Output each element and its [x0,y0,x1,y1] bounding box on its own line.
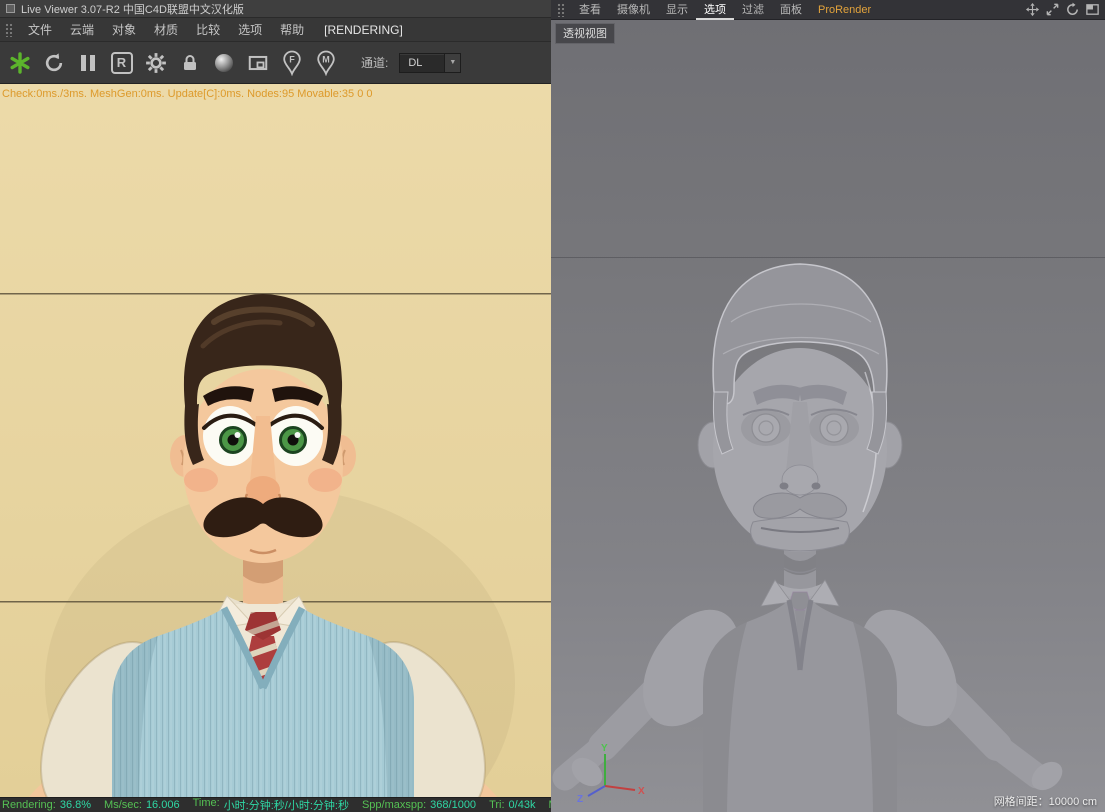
rendered-character [0,84,551,797]
vp-menu-prorender[interactable]: ProRender [810,0,879,20]
menu-item-cloud[interactable]: 云端 [61,18,103,42]
material-ball-button[interactable] [209,48,238,78]
clay-model-character [551,257,1105,812]
refresh-render-button[interactable] [39,48,68,78]
vp-menu-panel[interactable]: 面板 [772,0,810,20]
z-axis-label: Z [577,794,583,804]
status-rendering: Rendering: 36.8% [2,799,92,811]
c4d-viewport: 查看 摄像机 显示 选项 过滤 面板 ProRender 透视视图 网格间距：1… [551,0,1105,812]
focus-picker-button[interactable]: F [277,48,306,78]
vp-menu-view[interactable]: 查看 [571,0,609,20]
live-viewer-window: Live Viewer 3.07-R2 中国C4D联盟中文汉化版 文件 云端 对… [0,0,551,812]
toolbar: R F M 通道: DL ▼ [0,42,551,84]
octane-logo-icon [9,51,29,74]
view-label[interactable]: 透视视图 [555,23,615,44]
channel-dropdown[interactable]: DL ▼ [399,52,462,73]
grid-spacing-label: 网格间距：10000 cm [993,796,1097,808]
axis-gizmo: Y X Z [577,743,645,804]
screen: Live Viewer 3.07-R2 中国C4D联盟中文汉化版 文件 云端 对… [0,0,1105,812]
vp-menu-filter[interactable]: 过滤 [734,0,772,20]
y-axis-label: Y [601,743,608,754]
status-mssec: Ms/sec: 16.006 [104,799,180,811]
focus-picker-pin-icon: F [282,50,301,76]
window-title: Live Viewer 3.07-R2 中国C4D联盟中文汉化版 [21,3,244,16]
zoom-view-icon [1046,3,1058,16]
menu-item-file[interactable]: 文件 [19,18,61,42]
render-view[interactable]: Check:0ms./3ms. MeshGen:0ms. Update[C]:0… [0,84,551,797]
r-letter-icon: R [110,51,133,74]
rotate-view-icon [1066,2,1078,15]
channel-label: 通道: [361,56,389,70]
render-stats-text: Check:0ms./3ms. MeshGen:0ms. Update[C]:0… [2,88,373,100]
svg-text:M: M [322,54,330,64]
menu-item-help[interactable]: 帮助 [271,18,313,42]
lock-resolution-button[interactable] [175,48,204,78]
pan-view-icon [1025,2,1039,17]
pause-icon [80,54,86,71]
material-picker-button[interactable]: M [311,48,340,78]
render-region-icon [248,55,267,70]
octane-logo-button[interactable] [5,48,34,78]
status-tri: Tri: 0/43k [489,799,536,811]
viewport-menu-bar: 查看 摄像机 显示 选项 过滤 面板 ProRender [551,0,1105,20]
menu-item-options[interactable]: 选项 [229,18,271,42]
chevron-down-icon: ▼ [444,53,461,72]
x-axis-label: X [638,786,645,797]
region-r-button[interactable]: R [107,48,136,78]
rotate-view-button[interactable] [1063,1,1081,18]
rendering-status-label: [RENDERING] [324,22,403,37]
svg-text:F: F [289,54,295,64]
pause-icon [89,54,95,71]
gear-icon [145,52,166,73]
menu-bar: 文件 云端 对象 材质 比较 选项 帮助 [RENDERING] [0,18,551,42]
menu-item-objects[interactable]: 对象 [103,18,145,42]
menu-grip-icon[interactable] [5,22,13,37]
menu-item-materials[interactable]: 材质 [145,18,187,42]
pause-render-button[interactable] [73,48,102,78]
pan-view-button[interactable] [1023,1,1041,18]
status-bar: Rendering: 36.8% Ms/sec: 16.006 Time: 小时… [0,797,551,812]
menu-item-compare[interactable]: 比较 [187,18,229,42]
lock-icon [183,54,196,70]
zoom-view-button[interactable] [1043,1,1061,18]
channel-value: DL [408,56,423,69]
menu-grip-icon[interactable] [557,2,565,17]
title-bar[interactable]: Live Viewer 3.07-R2 中国C4D联盟中文汉化版 [0,0,551,18]
material-ball-icon [214,53,233,72]
material-picker-pin-icon: M [316,50,335,76]
render-settings-button[interactable] [141,48,170,78]
toggle-view-icon [1085,4,1099,15]
vp-menu-cameras[interactable]: 摄像机 [609,0,658,20]
vp-menu-display[interactable]: 显示 [658,0,696,20]
render-region-button[interactable] [243,48,272,78]
vp-menu-options[interactable]: 选项 [696,0,734,20]
refresh-icon [45,52,62,71]
status-spp: Spp/maxspp: 368/1000 [361,799,477,811]
window-icon [6,4,15,13]
viewport-canvas[interactable]: 透视视图 网格间距：10000 cm Y X Z [551,20,1105,812]
status-time: Time: 小时:分钟:秒/小时:分钟:秒 [192,797,349,812]
toggle-view-button[interactable] [1083,1,1101,18]
